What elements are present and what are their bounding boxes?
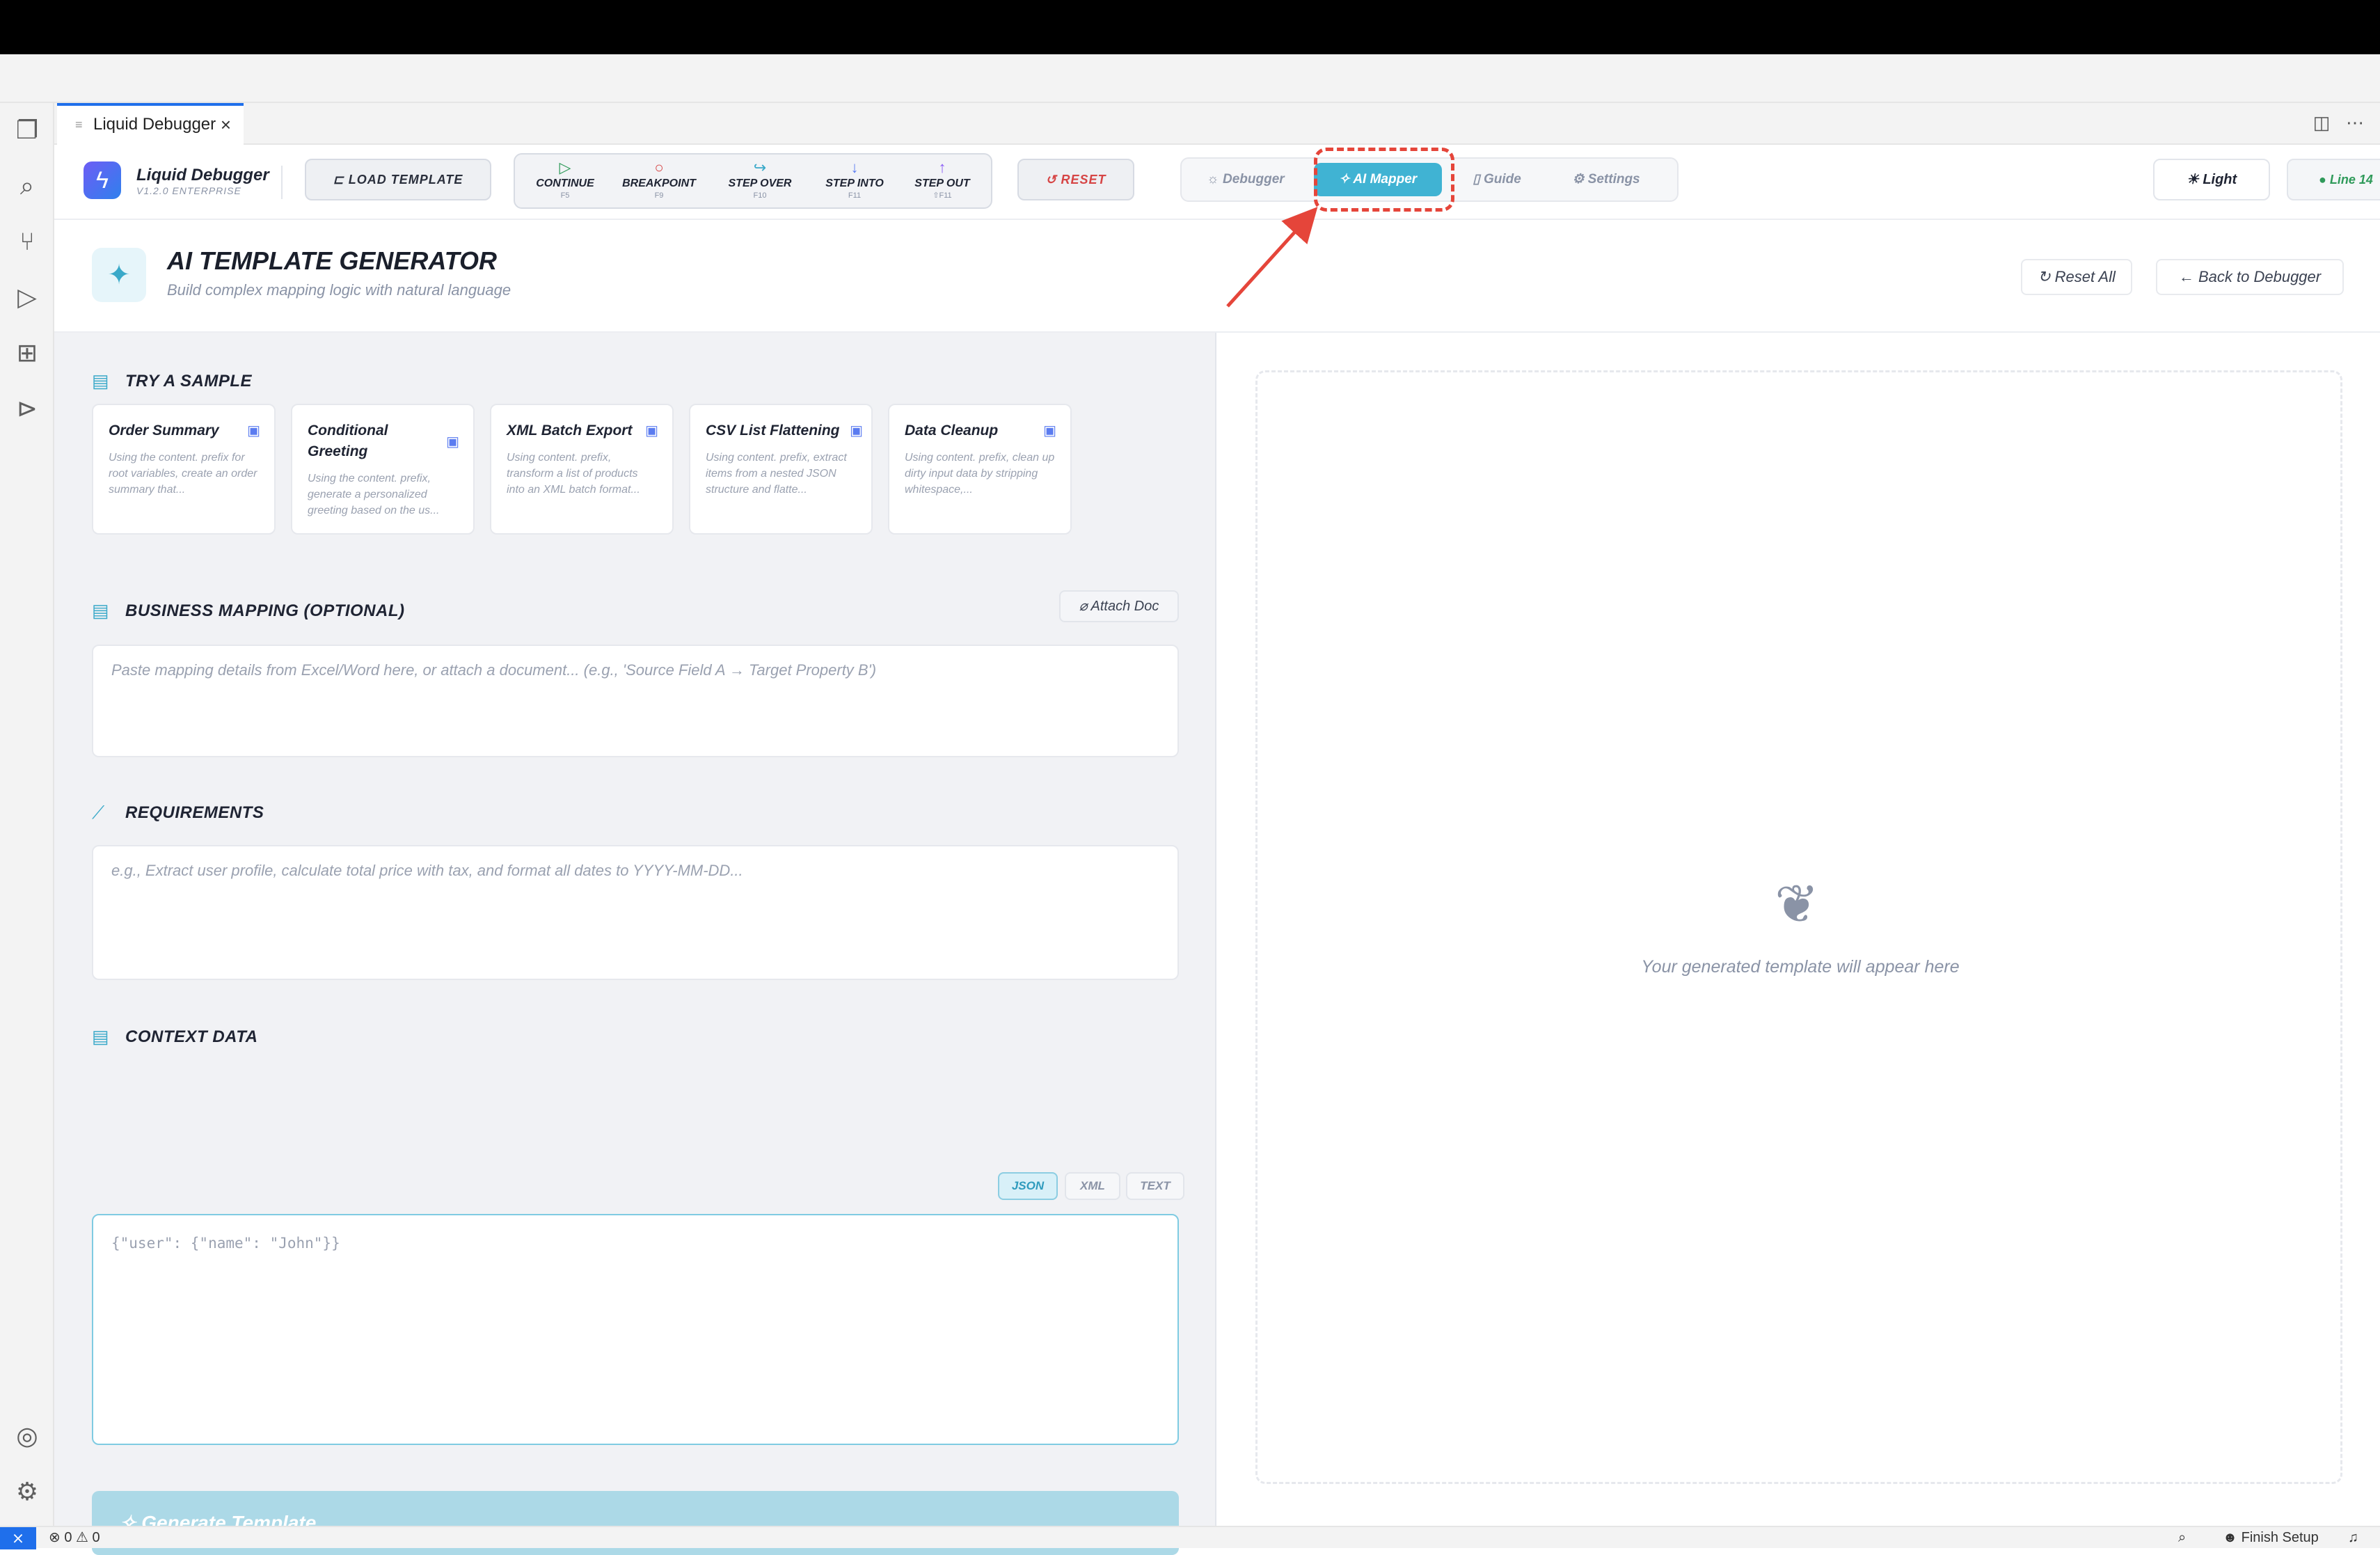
file-code-icon: ▤ [92,1026,109,1047]
account-icon[interactable]: ◎ [10,1419,45,1453]
sparkles-icon: ✦ [92,248,146,302]
tab-guide[interactable]: ▯ Guide [1453,163,1541,196]
notifications-bell-icon[interactable]: ♫ [2348,1527,2358,1549]
step-controls: ▷ CONTINUE F5 ○ BREAKPOINT F9 ↪ STEP OVE… [514,153,992,209]
sample-card-xml-batch-export[interactable]: XML Batch Export ▣ Using content. prefix… [490,404,674,535]
tab-liquid-debugger[interactable]: ≡ Liquid Debugger × [57,103,244,145]
samples-heading: TRY A SAMPLE [125,372,253,390]
play-icon: ▷ [559,159,571,176]
divider [281,166,283,199]
book-icon: ▯ [1473,172,1484,187]
page-title: AI TEMPLATE GENERATOR [167,246,498,275]
input-panel: ▤ TRY A SAMPLE Order Summary ▣ Using the… [54,333,1216,1555]
title-bar: ← → ⌕ 01_python ✦ ▦ ◧ ⬓ ◨ [0,54,2380,149]
back-to-debugger-button[interactable]: ← Back to Debugger [2156,259,2344,295]
output-panel: ❦ Your generated template will appear he… [1218,333,2380,1526]
activity-bar: ❐ ⌕ ⑂ ▷ ⊞ ⊳ ◎ ⚙ [0,103,54,1526]
document-icon: ▣ [446,434,459,450]
line-badge: ● Line 14 [2287,159,2380,200]
business-mapping-heading: BUSINESS MAPPING (OPTIONAL) [125,601,405,620]
explorer-icon[interactable]: ❐ [10,113,45,148]
context-data-editor[interactable]: {"user": {"name": "John"}} [92,1214,1179,1445]
more-actions-icon[interactable]: ⋯ [2342,110,2367,135]
bug-icon: ☼ [1207,172,1223,187]
page-header: ✦ AI TEMPLATE GENERATOR Build complex ma… [54,220,2380,333]
reset-all-button[interactable]: ↻ Reset All [2021,259,2132,295]
theme-toggle-button[interactable]: ☀ Light [2153,159,2270,200]
remote-debug-icon[interactable]: ⊳ [10,391,45,426]
manage-gear-icon[interactable]: ⚙ [10,1474,45,1509]
sample-card-order-summary[interactable]: Order Summary ▣ Using the content. prefi… [92,404,276,535]
zoom-icon[interactable]: ⌕ [2178,1527,2186,1549]
tab-debugger[interactable]: ☼ Debugger [1189,163,1303,196]
editor-tab-strip: ≡ Liquid Debugger × ◫ ⋯ [54,103,2380,145]
output-placeholder: ❦ Your generated template will appear he… [1255,370,2342,1484]
arrow-left-icon: ← [2178,268,2198,285]
business-mapping-input[interactable]: Paste mapping details from Excel/Word he… [92,645,1179,757]
reset-icon: ↺ [1045,173,1061,187]
layout-icon: ▤ [92,370,109,391]
source-control-icon[interactable]: ⑂ [10,224,45,259]
liquid-debugger-app: ϟ Liquid Debugger V1.2.0 ENTERPRISE ⊏ LO… [54,145,2380,1555]
reset-button[interactable]: ↺ RESET [1017,159,1134,200]
brand-name: Liquid Debugger [136,166,269,184]
run-debug-icon[interactable]: ▷ [10,280,45,315]
format-xml-toggle[interactable]: XML [1065,1172,1120,1200]
format-text-toggle[interactable]: TEXT [1126,1172,1184,1200]
split-editor-icon[interactable]: ◫ [2309,110,2334,135]
step-into-button[interactable]: ↓ STEP INTO F11 [816,159,894,205]
version-label: V1.2.0 ENTERPRISE [136,185,241,196]
context-data-heading: CONTEXT DATA [125,1027,258,1046]
breakpoint-circle-icon: ○ [654,159,664,176]
step-out-icon: ↑ [938,159,946,176]
load-template-button[interactable]: ⊏ LOAD TEMPLATE [305,159,491,200]
brain-icon: ❦ [1775,875,1819,934]
search-icon[interactable]: ⌕ [10,168,45,203]
refresh-icon: ↻ [2038,268,2055,285]
extensions-icon[interactable]: ⊞ [10,336,45,370]
lightning-logo-icon: ϟ [84,161,121,199]
sun-icon: ☀ [2186,172,2203,187]
copilot-icon: ☻ [2223,1530,2242,1545]
finish-setup-button[interactable]: ☻ Finish Setup [2223,1527,2319,1549]
file-icon: ≡ [75,118,83,132]
annotation-highlight-box [1314,148,1454,212]
step-out-button[interactable]: ↑ STEP OUT ⇧F11 [905,159,980,205]
document-icon: ▣ [1043,423,1056,439]
document-icon: ▣ [850,423,863,439]
document-icon: ▣ [247,423,260,439]
page-subtitle: Build complex mapping logic with natural… [167,281,511,299]
sample-card-conditional-greeting[interactable]: Conditional Greeting ▣ Using the content… [291,404,475,535]
document-icon: ▤ [92,600,109,621]
step-into-icon: ↓ [850,159,859,176]
requirements-heading: REQUIREMENTS [125,803,264,822]
output-placeholder-text: Your generated template will appear here [1641,957,1960,977]
problems-indicator[interactable]: ⊗ 0 ⚠ 0 [49,1527,100,1549]
document-icon: ▣ [645,423,658,439]
sample-card-csv-list-flattening[interactable]: CSV List Flattening ▣ Using content. pre… [689,404,873,535]
gear-icon: ⚙ [1572,172,1588,187]
step-over-icon: ↪ [753,159,767,176]
paperclip-icon: ⌀ [1079,599,1091,614]
magic-wand-icon: ⟋ [92,802,105,823]
breakpoint-button[interactable]: ○ BREAKPOINT F9 [614,159,704,205]
remote-indicator-icon[interactable]: ⨯ [0,1527,36,1549]
app-header: ϟ Liquid Debugger V1.2.0 ENTERPRISE ⊏ LO… [54,145,2380,220]
continue-button[interactable]: ▷ CONTINUE F5 [529,159,601,205]
requirements-input[interactable]: e.g., Extract user profile, calculate to… [92,845,1179,980]
step-over-button[interactable]: ↪ STEP OVER F10 [717,159,803,205]
os-menu-bar [0,0,2380,54]
sample-card-data-cleanup[interactable]: Data Cleanup ▣ Using content. prefix, cl… [888,404,1072,535]
attach-doc-button[interactable]: ⌀ Attach Doc [1059,590,1179,622]
format-json-toggle[interactable]: JSON [998,1172,1058,1200]
folder-icon: ⊏ [333,173,349,187]
status-bar: ⨯ ⊗ 0 ⚠ 0 ⌕ ☻ Finish Setup ♫ [0,1526,2380,1549]
close-icon[interactable]: × [221,106,231,143]
tab-settings[interactable]: ⚙ Settings [1550,163,1662,196]
status-dot-icon: ● [2319,173,2330,187]
